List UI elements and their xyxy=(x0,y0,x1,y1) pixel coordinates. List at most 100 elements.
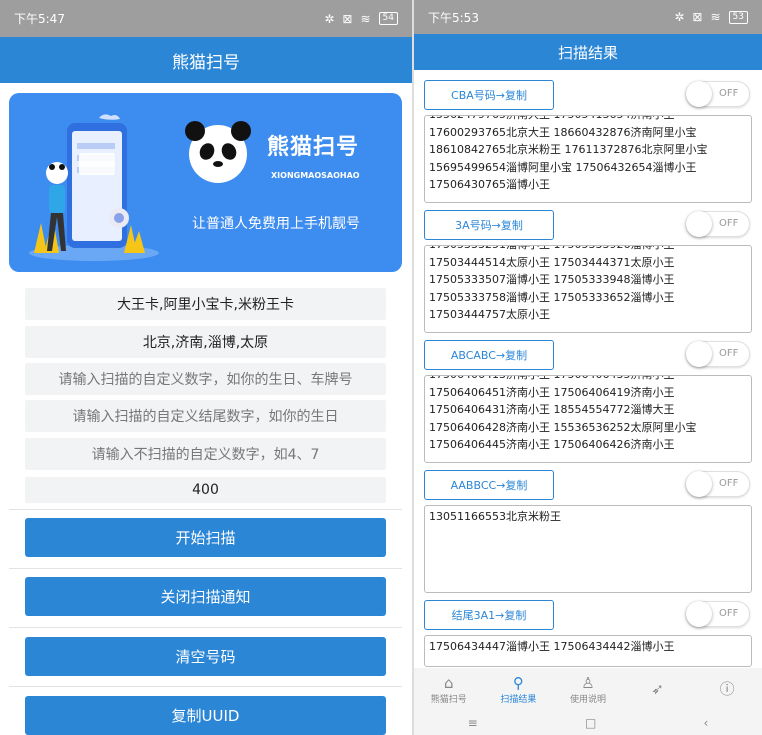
custom-ending-input[interactable]: 请输入扫描的自定义结尾数字，如你的生日 xyxy=(25,400,386,432)
bottom-tab-bar: ⌂ 熊猫扫号 ⚲ 扫描结果 ♙ 使用说明 ➶ ⓘ xyxy=(414,668,762,710)
result-line: 17506406445济南小王 17506406426济南小王 xyxy=(429,438,675,451)
result-line: 17505333758淄博小王 17505333652淄博小王 xyxy=(429,290,675,304)
banner-slogan: 让普通人免费用上手机靓号 xyxy=(192,216,360,232)
toggle-knob xyxy=(686,471,712,497)
result-line: 17506430765淄博小王 xyxy=(429,178,550,191)
card-types-field[interactable]: 大王卡,阿里小宝卡,米粉王卡 xyxy=(25,288,386,320)
copy-section-button[interactable]: AABBCC→复制 xyxy=(424,470,554,500)
results-textarea[interactable]: 17506406413济南小王 17506406435济南小王175064064… xyxy=(424,375,752,463)
battery-icon: 54 xyxy=(378,12,398,25)
section-toggle[interactable]: OFF xyxy=(686,81,750,107)
results-textarea[interactable]: 13051166553北京米粉王 xyxy=(424,505,752,593)
info-icon: ⓘ xyxy=(719,680,735,698)
section-toggle[interactable]: OFF xyxy=(686,601,750,627)
toggle-knob xyxy=(686,601,712,627)
tab-label: 熊猫扫号 xyxy=(430,694,467,705)
tab-label: 使用说明 xyxy=(569,694,606,705)
tab-navigate[interactable]: ➶ xyxy=(628,680,688,698)
custom-digits-input[interactable]: 请输入扫描的自定义数字，如你的生日、车牌号 xyxy=(25,363,386,395)
battery-icon: 53 xyxy=(728,10,748,24)
back-icon[interactable]: ‹ xyxy=(704,716,709,730)
results-content: 17506406413济南小王 17506406435济南小王175064064… xyxy=(429,376,747,454)
copy-section-button[interactable]: 结尾3A1→复制 xyxy=(424,600,554,630)
sim-icon: ⊠ xyxy=(692,10,703,24)
result-line: 17505333251淄博小王 17505333926淄博小王 xyxy=(429,246,747,254)
home-icon: ⌂ xyxy=(444,673,454,692)
section-toggle[interactable]: OFF xyxy=(686,341,750,367)
result-line: 17503444514太原小王 17503444371太原小王 xyxy=(429,255,675,269)
results-textarea[interactable]: 17505333251淄博小王 17505333926淄博小王175034445… xyxy=(424,245,752,333)
divider xyxy=(9,686,402,687)
cities-field[interactable]: 北京,济南,淄博,太原 xyxy=(25,326,386,358)
tab-label: 扫描结果 xyxy=(500,694,537,705)
result-line: 17506434447淄博小王 17506434442淄博小王 xyxy=(429,640,675,653)
result-line: 15695499654淄博阿里小宝 17506432654淄博小王 xyxy=(429,160,697,174)
results-textarea[interactable]: 15562479765济南大王 17505413654济南小王176002937… xyxy=(424,115,752,203)
wifi-icon: ≋ xyxy=(710,10,721,24)
section-toggle[interactable]: OFF xyxy=(686,471,750,497)
start-scan-button[interactable]: 开始扫描 xyxy=(25,518,386,557)
result-line: 17505333507淄博小王 17505333948淄博小王 xyxy=(429,273,675,286)
tab-results[interactable]: ⚲ 扫描结果 xyxy=(488,674,548,705)
excluded-digits-input[interactable]: 请输入不扫描的自定义数字，如4、7 xyxy=(25,438,386,470)
tab-info[interactable]: ⓘ xyxy=(697,680,757,698)
tab-instructions[interactable]: ♙ 使用说明 xyxy=(558,674,618,705)
mute-icon: ✲ xyxy=(674,10,685,24)
result-line: 17506406428济南小王 15536536252太原阿里小宝 xyxy=(429,420,697,434)
wifi-icon: ≋ xyxy=(360,11,371,26)
banner: 熊猫扫号 XIONGMAOSAOHAO 让普通人免费用上手机靓号 xyxy=(9,93,402,272)
copy-section-button[interactable]: ABCABC→复制 xyxy=(424,340,554,370)
copy-uuid-button[interactable]: 复制UUID xyxy=(25,696,386,735)
toggle-label: OFF xyxy=(719,478,739,489)
toggle-label: OFF xyxy=(719,348,739,359)
banner-title: 熊猫扫号 xyxy=(267,135,360,160)
results-textarea[interactable]: 17506434447淄博小王 17506434442淄博小王 xyxy=(424,635,752,667)
results-content: 15562479765济南大王 17505413654济南小王176002937… xyxy=(429,116,747,194)
result-line: 17503444757太原小王 xyxy=(429,308,550,321)
navigate-icon: ➶ xyxy=(651,680,664,698)
divider xyxy=(9,568,402,569)
result-line: 17600293765北京大王 18660432876济南阿里小宝 xyxy=(429,125,697,139)
search-icon: ⚲ xyxy=(512,673,524,692)
section-toggle[interactable]: OFF xyxy=(686,211,750,237)
menu-icon[interactable]: ≡ xyxy=(468,716,478,730)
app-bar: 熊猫扫号 xyxy=(0,37,412,83)
page-title: 熊猫扫号 xyxy=(172,52,240,73)
status-bar: 下午5:47 ✲ ⊠ ≋ 54 xyxy=(0,0,412,37)
result-line: 18610842765北京米粉王 17611372876北京阿里小宝 xyxy=(429,143,708,156)
divider xyxy=(9,509,402,510)
result-line: 15562479765济南大王 17505413654济南小王 xyxy=(429,116,747,124)
result-line: 17506406413济南小王 17506406435济南小王 xyxy=(429,376,747,384)
status-time: 下午5:47 xyxy=(14,12,65,26)
toggle-knob xyxy=(686,81,712,107)
toggle-label: OFF xyxy=(719,608,739,619)
toggle-knob xyxy=(686,211,712,237)
toggle-label: OFF xyxy=(719,218,739,229)
page-title: 扫描结果 xyxy=(557,43,618,62)
system-nav-bar: ≡ □ ‹ xyxy=(414,710,762,735)
banner-subtitle: XIONGMAOSAOHAO xyxy=(271,171,360,180)
panda-logo-icon xyxy=(185,121,251,183)
divider xyxy=(9,627,402,628)
clear-numbers-button[interactable]: 清空号码 xyxy=(25,637,386,676)
status-icons: ✲ ⊠ ≋ 53 xyxy=(674,10,748,24)
tab-home[interactable]: ⌂ 熊猫扫号 xyxy=(419,674,479,705)
status-bar: 下午5:53 ✲ ⊠ ≋ 53 xyxy=(414,0,762,34)
copy-section-button[interactable]: 3A号码→复制 xyxy=(424,210,554,240)
copy-section-button[interactable]: CBA号码→复制 xyxy=(424,80,554,110)
phone-illustration xyxy=(29,114,159,261)
results-content: 17505333251淄博小王 17505333926淄博小王175034445… xyxy=(429,246,747,324)
toggle-label: OFF xyxy=(719,88,739,99)
close-notify-button[interactable]: 关闭扫描通知 xyxy=(25,577,386,616)
count-input[interactable]: 400 xyxy=(25,477,386,503)
result-line: 17506406451济南小王 17506406419济南小王 xyxy=(429,385,675,399)
right-screen: 下午5:53 ✲ ⊠ ≋ 53 扫描结果 CBA号码→复制 OFF 15562479… xyxy=(414,0,762,735)
mute-icon: ✲ xyxy=(324,11,335,26)
person-icon: ♙ xyxy=(581,673,595,692)
result-line: 17506406431济南小王 18554554772淄博大王 xyxy=(429,403,675,416)
status-time: 下午5:53 xyxy=(428,10,479,25)
left-screen: 下午5:47 ✲ ⊠ ≋ 54 熊猫扫号 熊猫扫号 XIONGMAOSAOHAO… xyxy=(0,0,412,735)
home-square-icon[interactable]: □ xyxy=(585,716,596,730)
toggle-knob xyxy=(686,341,712,367)
app-bar: 扫描结果 xyxy=(414,34,762,70)
